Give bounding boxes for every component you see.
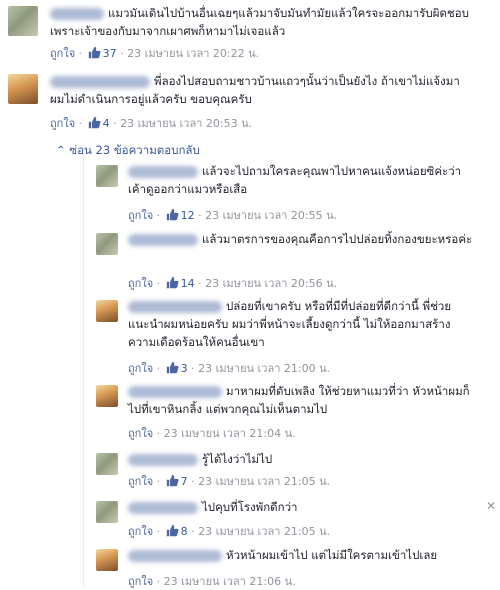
like-count[interactable]: 7 xyxy=(181,475,188,488)
avatar[interactable] xyxy=(96,549,118,571)
commenter-name[interactable] xyxy=(50,7,104,20)
reply-meta: ถูกใจ · 3 · 23 เมษายน เวลา 21:00 น. xyxy=(128,361,331,375)
commenter-name[interactable] xyxy=(128,165,198,178)
timestamp[interactable]: 23 เมษายน เวลา 20:22 น. xyxy=(127,47,259,60)
commenter-name[interactable] xyxy=(128,549,222,562)
like-link[interactable]: ถูกใจ xyxy=(128,362,153,375)
reply-text: รู้ได้ไงว่าไม่ไป xyxy=(202,452,273,466)
avatar[interactable] xyxy=(96,453,118,475)
like-link[interactable]: ถูกใจ xyxy=(128,525,153,538)
reply: ปล่อยที่เขาครับ หรือที่มีที่ปล่อยที่ดีกว… xyxy=(96,297,496,377)
hide-replies-label: ซ่อน 23 ข้อความตอบกลับ xyxy=(69,143,200,157)
like-count[interactable]: 3 xyxy=(181,362,188,375)
like-link[interactable]: ถูกใจ xyxy=(50,47,75,60)
reply-text: ไปคุบที่โรงพักดีกว่า xyxy=(202,500,298,514)
timestamp[interactable]: 23 เมษายน เวลา 21:05 น. xyxy=(198,475,330,488)
reply: แล้วมาตรการของคุณคือการไปปล่อยทิ้งกองขยะ… xyxy=(96,230,496,294)
thumbs-up-icon xyxy=(166,474,179,487)
avatar[interactable] xyxy=(96,501,118,523)
timestamp[interactable]: 23 เมษายน เวลา 21:00 น. xyxy=(198,362,330,375)
comment-meta: ถูกใจ · 4 · 23 เมษายน เวลา 20:53 น. xyxy=(50,116,253,130)
thumbs-up-icon xyxy=(166,276,179,289)
avatar[interactable] xyxy=(8,6,38,36)
comment: พี่ลองไปสอบถามชาวบ้านแถวๆนั้นว่าเป็นยังไ… xyxy=(8,72,498,138)
thumbs-up-icon xyxy=(166,361,179,374)
comment: แมวมันเดินไปบ้านอื่นเฉยๆแล้วมาจับมันทำมั… xyxy=(8,4,498,66)
avatar[interactable] xyxy=(96,385,118,407)
avatar[interactable] xyxy=(96,165,118,187)
hide-replies-link[interactable]: ⌃ ซ่อน 23 ข้อความตอบกลับ xyxy=(56,142,200,160)
timestamp[interactable]: 23 เมษายน เวลา 21:04 น. xyxy=(164,427,296,440)
close-icon[interactable]: ✕ xyxy=(486,499,496,513)
commenter-name[interactable] xyxy=(128,453,198,466)
thumbs-up-icon xyxy=(88,116,101,129)
timestamp[interactable]: 23 เมษายน เวลา 20:53 น. xyxy=(120,117,252,130)
reply-meta: ถูกใจ · 7 · 23 เมษายน เวลา 21:05 น. xyxy=(128,474,331,488)
reply-text: แล้วมาตรการของคุณคือการไปปล่อยทิ้งกองขยะ… xyxy=(202,232,473,246)
thumbs-up-icon xyxy=(166,524,179,537)
reply-meta: ถูกใจ · 23 เมษายน เวลา 21:04 น. xyxy=(128,427,296,440)
like-count[interactable]: 8 xyxy=(181,525,188,538)
timestamp[interactable]: 23 เมษายน เวลา 20:56 น. xyxy=(205,277,337,290)
reply-meta: ถูกใจ · 23 เมษายน เวลา 21:06 น. xyxy=(128,575,296,588)
commenter-name[interactable] xyxy=(128,300,222,313)
like-count[interactable]: 37 xyxy=(103,47,117,60)
thumbs-up-icon xyxy=(166,208,179,221)
reply-text: หัวหน้าผมเข้าไป แต่ไม่มีใครตามเข้าไปเลย xyxy=(226,548,438,562)
commenter-name[interactable] xyxy=(128,385,222,398)
reply-meta: ถูกใจ · 14 · 23 เมษายน เวลา 20:56 น. xyxy=(128,276,338,290)
avatar[interactable] xyxy=(96,300,118,322)
reply: รู้ได้ไงว่าไม่ไป ถูกใจ · 7 · 23 เมษายน เ… xyxy=(96,450,496,490)
reply-thread-line xyxy=(83,148,84,586)
timestamp[interactable]: 23 เมษายน เวลา 21:06 น. xyxy=(164,575,296,588)
like-link[interactable]: ถูกใจ xyxy=(128,277,153,290)
reply: หัวหน้าผมเข้าไป แต่ไม่มีใครตามเข้าไปเลย … xyxy=(96,546,496,588)
avatar[interactable] xyxy=(96,233,118,255)
reply: ไปคุบที่โรงพักดีกว่า ✕ ถูกใจ · 8 · 23 เม… xyxy=(96,498,496,540)
like-link[interactable]: ถูกใจ xyxy=(50,117,75,130)
commenter-name[interactable] xyxy=(128,501,198,514)
reply: มาหาผมที่ดับเพลิง ให้ช่วยหาแมวที่ว่า หัว… xyxy=(96,382,496,442)
like-link[interactable]: ถูกใจ xyxy=(128,427,153,440)
reply-meta: ถูกใจ · 8 · 23 เมษายน เวลา 21:05 น. xyxy=(128,524,331,538)
like-link[interactable]: ถูกใจ xyxy=(128,475,153,488)
comment-meta: ถูกใจ · 37 · 23 เมษายน เวลา 20:22 น. xyxy=(50,46,260,60)
thumbs-up-icon xyxy=(88,46,101,59)
avatar[interactable] xyxy=(8,74,38,104)
like-count[interactable]: 12 xyxy=(181,209,195,222)
like-count[interactable]: 14 xyxy=(181,277,195,290)
reply-meta: ถูกใจ · 12 · 23 เมษายน เวลา 20:55 น. xyxy=(128,208,338,222)
like-link[interactable]: ถูกใจ xyxy=(128,209,153,222)
commenter-name[interactable] xyxy=(128,233,198,246)
commenter-name[interactable] xyxy=(50,75,150,88)
like-link[interactable]: ถูกใจ xyxy=(128,575,153,588)
timestamp[interactable]: 23 เมษายน เวลา 20:55 น. xyxy=(205,209,337,222)
timestamp[interactable]: 23 เมษายน เวลา 21:05 น. xyxy=(198,525,330,538)
comment-text: แมวมันเดินไปบ้านอื่นเฉยๆแล้วมาจับมันทำมั… xyxy=(50,6,469,38)
reply: แล้วจะไปถามใครละคุณพาไปหาคนแจ้งหน่อยซิค่… xyxy=(96,162,496,226)
chevron-up-icon: ⌃ xyxy=(56,143,66,157)
like-count[interactable]: 4 xyxy=(103,117,110,130)
